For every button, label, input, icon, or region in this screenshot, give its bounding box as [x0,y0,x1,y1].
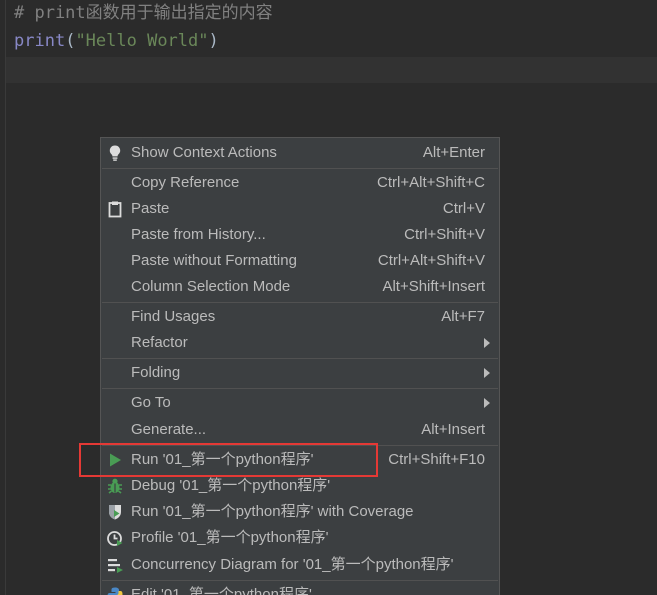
menu-item-go-to[interactable]: Go To [101,390,499,416]
menu-item-label: Go To [131,394,171,411]
menu-item-paste-without-formatting[interactable]: Paste without Formatting Ctrl+Alt+Shift+… [101,248,499,274]
bulb-icon [109,145,121,161]
code-comment-line[interactable]: # print函数用于输出指定的内容 [14,0,273,26]
menu-separator [102,302,498,303]
menu-item-generate[interactable]: Generate... Alt+Insert [101,417,499,443]
gutter-divider [5,0,6,595]
menu-item-shortcut: Ctrl+Alt+Shift+C [377,174,485,191]
menu-item-label: Edit '01_第一个python程序'... [131,586,325,595]
menu-item-label: Column Selection Mode [131,278,291,295]
menu-item-label: Show Context Actions [131,144,277,161]
context-menu: Show Context Actions Alt+Enter Copy Refe… [100,137,500,595]
menu-item-label: Paste [131,200,170,217]
close-paren: ) [208,31,219,51]
menu-item-profile[interactable]: Profile '01_第一个python程序' [101,525,499,551]
menu-separator [102,168,498,169]
code-print-line[interactable]: print("Hello World") [14,28,219,54]
menu-item-label: Generate... [131,421,207,438]
menu-separator [102,358,498,359]
menu-item-label: Folding [131,364,181,381]
menu-item-shortcut: Alt+Insert [421,421,485,438]
run-item-highlight-annotation [79,443,378,477]
profile-icon [107,531,123,546]
menu-item-find-usages[interactable]: Find Usages Alt+F7 [101,304,499,330]
python-icon [107,587,123,595]
menu-item-label: Refactor [131,334,188,351]
clipboard-icon [108,201,122,218]
menu-item-paste[interactable]: Paste Ctrl+V [101,196,499,222]
menu-item-label: Run '01_第一个python程序' with Coverage [131,503,414,520]
menu-item-refactor[interactable]: Refactor [101,330,499,356]
menu-item-label: Paste without Formatting [131,252,297,269]
hello-world-string: "Hello World" [75,31,209,51]
debug-icon [108,478,122,494]
menu-item-shortcut: Ctrl+Shift+F10 [388,451,485,468]
menu-item-copy-reference[interactable]: Copy Reference Ctrl+Alt+Shift+C [101,170,499,196]
menu-item-folding[interactable]: Folding [101,360,499,386]
menu-separator [102,580,498,581]
menu-item-label: Profile '01_第一个python程序' [131,529,329,546]
coverage-icon [109,505,121,520]
menu-item-shortcut: Ctrl+Alt+Shift+V [377,252,485,269]
menu-item-shortcut: Alt+F7 [441,308,485,325]
print-function: print [14,31,66,51]
menu-separator [102,388,498,389]
menu-item-run-with-coverage[interactable]: Run '01_第一个python程序' with Coverage [101,499,499,525]
menu-item-label: Copy Reference [131,174,240,191]
submenu-arrow-icon [484,338,490,348]
concurrency-icon [108,559,123,573]
open-paren: ( [65,31,76,51]
menu-item-shortcut: Ctrl+Shift+V [404,226,485,243]
menu-item-concurrency-diagram[interactable]: Concurrency Diagram for '01_第一个python程序' [101,552,499,578]
menu-item-label: Paste from History... [131,226,266,243]
current-line-highlight [6,57,657,83]
menu-item-shortcut: Alt+Enter [422,144,485,161]
submenu-arrow-icon [484,398,490,408]
menu-item-shortcut: Ctrl+V [442,200,485,217]
menu-item-label: Find Usages [131,308,216,325]
menu-item-edit-configuration[interactable]: Edit '01_第一个python程序'... [101,582,499,595]
menu-item-paste-from-history[interactable]: Paste from History... Ctrl+Shift+V [101,222,499,248]
menu-item-shortcut: Alt+Shift+Insert [382,278,485,295]
menu-item-label: Concurrency Diagram for '01_第一个python程序' [131,556,454,573]
menu-item-show-context-actions[interactable]: Show Context Actions Alt+Enter [101,140,499,166]
submenu-arrow-icon [484,368,490,378]
menu-item-column-selection-mode[interactable]: Column Selection Mode Alt+Shift+Insert [101,274,499,300]
